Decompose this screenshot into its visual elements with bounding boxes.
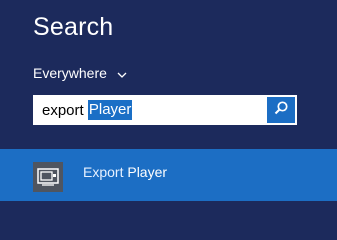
search-scope-dropdown[interactable]: Everywhere — [33, 64, 128, 82]
player-app-icon — [33, 162, 63, 192]
search-input[interactable]: export Player — [35, 97, 267, 123]
search-selected-text: Player — [87, 100, 133, 120]
chevron-down-icon — [116, 67, 128, 79]
search-result-item[interactable]: Export Player — [0, 149, 337, 201]
search-box[interactable]: export Player — [33, 95, 297, 125]
result-name-match: Player — [127, 164, 168, 180]
search-typed-text: export — [42, 101, 88, 119]
search-icon — [273, 100, 289, 121]
search-button[interactable] — [267, 97, 295, 123]
result-app-name: Export Player — [83, 163, 167, 181]
result-name-prefix: Export — [83, 164, 128, 180]
panel-title: Search — [33, 13, 114, 41]
search-charm-panel: Search Everywhere export Player Export P… — [0, 0, 337, 217]
search-scope-label: Everywhere — [33, 65, 107, 81]
